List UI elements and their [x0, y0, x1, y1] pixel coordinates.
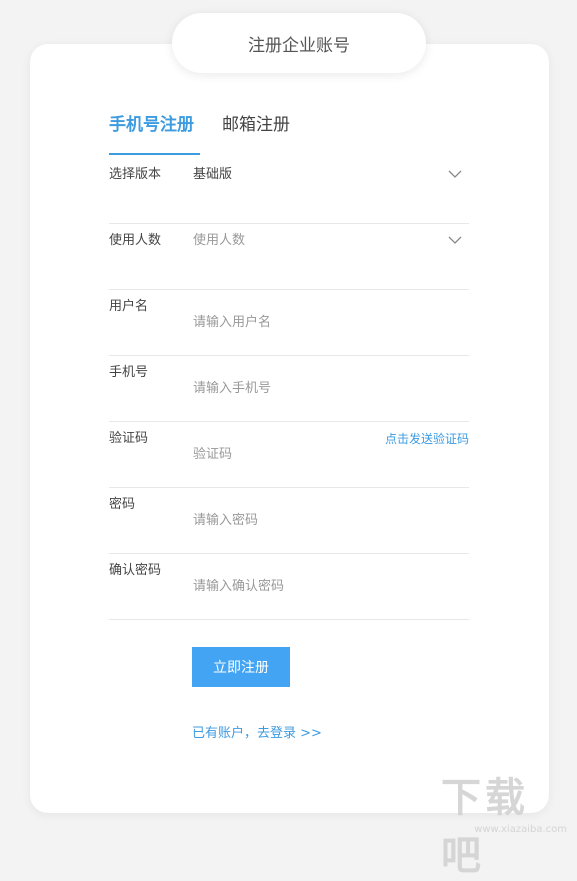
username-input[interactable]	[193, 289, 413, 355]
tab-email-register[interactable]: 邮箱注册	[222, 110, 290, 155]
register-button[interactable]: 立即注册	[192, 647, 290, 687]
password-label: 密码	[109, 497, 136, 512]
confirm-password-label: 确认密码	[109, 563, 162, 578]
chevron-down-icon[interactable]	[448, 169, 462, 179]
confirm-password-input[interactable]	[193, 553, 413, 619]
page-title: 注册企业账号	[172, 13, 426, 73]
username-row: 用户名	[109, 289, 469, 356]
edition-label: 选择版本	[109, 167, 162, 182]
tab-email-register-label: 邮箱注册	[222, 115, 290, 135]
user-count-row: 使用人数 使用人数	[109, 223, 469, 290]
phone-label: 手机号	[109, 365, 149, 380]
tab-phone-register[interactable]: 手机号注册	[109, 110, 200, 155]
phone-input[interactable]	[193, 355, 413, 421]
verification-code-label: 验证码	[109, 431, 149, 446]
watermark-url: www.xiazaiba.com	[474, 824, 567, 835]
edition-select[interactable]: 基础版	[193, 157, 413, 223]
send-code-link[interactable]: 点击发送验证码	[385, 421, 469, 457]
password-input[interactable]	[193, 487, 413, 553]
verification-code-row: 验证码 点击发送验证码	[109, 421, 469, 488]
confirm-password-row: 确认密码	[109, 553, 469, 620]
edition-row: 选择版本 基础版	[109, 157, 469, 224]
active-tab-indicator	[109, 153, 200, 155]
user-count-label: 使用人数	[109, 233, 162, 248]
phone-row: 手机号	[109, 355, 469, 422]
login-link[interactable]: 已有账户，去登录 >>	[192, 722, 322, 741]
chevron-down-icon[interactable]	[448, 235, 462, 245]
watermark-text: 下载吧	[441, 775, 529, 879]
registration-tabs: 手机号注册 邮箱注册	[109, 110, 469, 155]
verification-code-input[interactable]	[193, 421, 353, 487]
username-label: 用户名	[109, 299, 149, 314]
watermark-logo: 下载吧 www.xiazaiba.com	[441, 765, 571, 879]
password-row: 密码	[109, 487, 469, 554]
tab-phone-register-label: 手机号注册	[109, 115, 194, 135]
page-title-text: 注册企业账号	[248, 35, 350, 56]
user-count-select[interactable]: 使用人数	[193, 223, 413, 289]
